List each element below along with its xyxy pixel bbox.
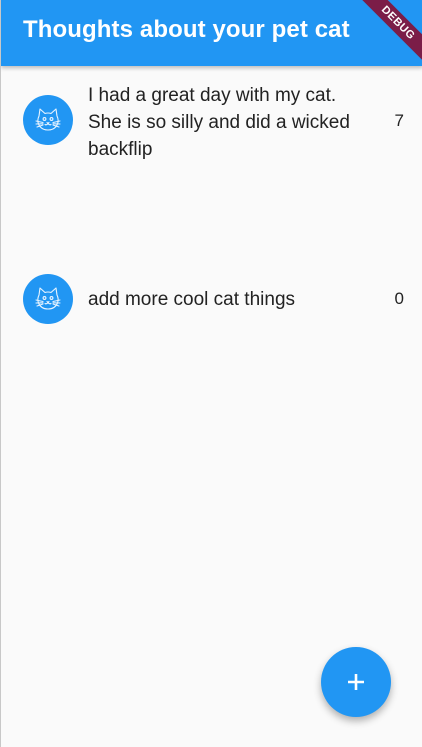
list-item[interactable]: I had a great day with my cat. She is so…: [1, 66, 422, 170]
avatar: [23, 274, 73, 324]
page-title: Thoughts about your pet cat: [23, 16, 350, 43]
thought-text: I had a great day with my cat. She is so…: [88, 85, 350, 160]
thought-text: add more cool cat things: [88, 289, 296, 310]
plus-icon: [348, 674, 364, 690]
avatar: [23, 95, 73, 145]
thought-count: 0: [394, 289, 404, 308]
thought-count: 7: [394, 111, 404, 130]
thought-list: I had a great day with my cat. She is so…: [1, 66, 422, 324]
list-item[interactable]: add more cool cat things 0: [1, 170, 422, 324]
cat-face-icon: [35, 108, 61, 131]
app-screen: Thoughts about your pet cat DEBUG I had …: [0, 0, 422, 747]
cat-face-icon: [35, 287, 61, 310]
debug-banner: DEBUG: [352, 0, 422, 70]
debug-banner-label: DEBUG: [356, 0, 422, 65]
add-thought-button[interactable]: [321, 647, 391, 717]
